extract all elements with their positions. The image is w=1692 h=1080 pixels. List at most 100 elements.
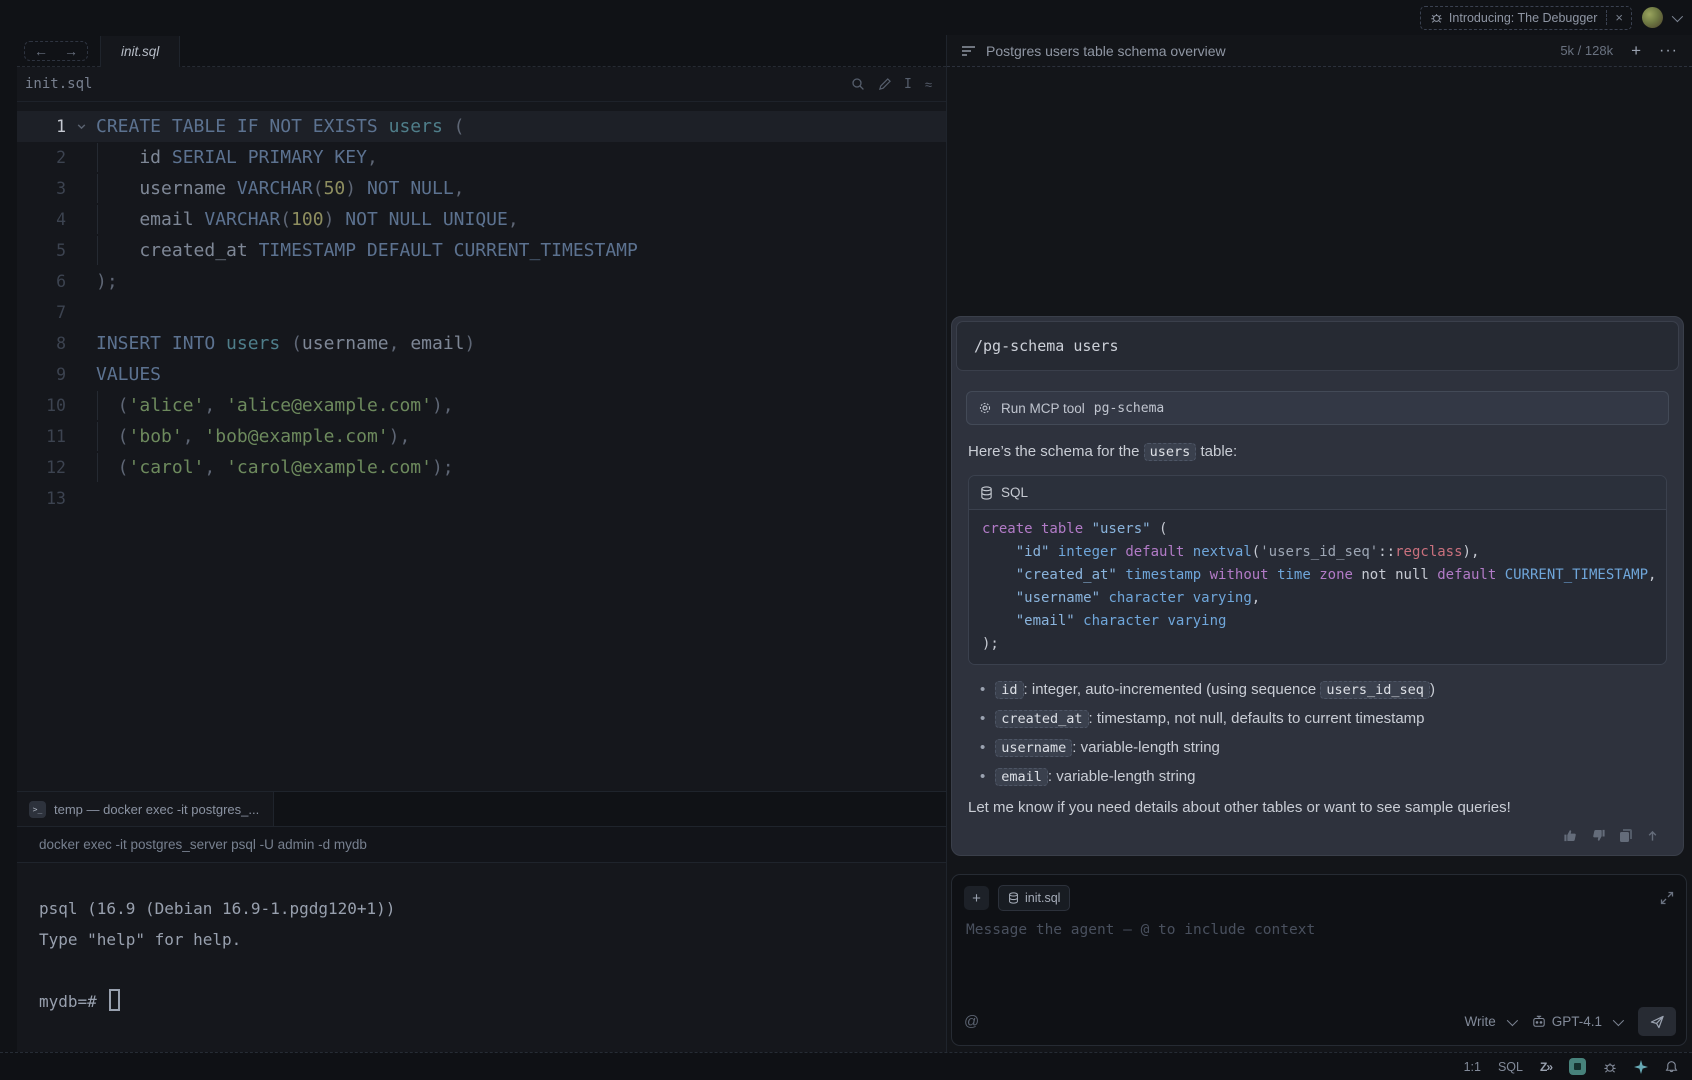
terminal-tab[interactable]: >_ temp — docker exec -it postgres_... <box>17 792 274 826</box>
sql-code-block-header[interactable]: SQL <box>969 476 1666 510</box>
fold-chevron-icon[interactable] <box>66 121 96 132</box>
chevron-down-icon <box>1506 1014 1517 1025</box>
bell-icon[interactable] <box>1665 1060 1678 1074</box>
sql-code-line: "created_at" timestamp without time zone… <box>982 564 1666 587</box>
panel-menu-button[interactable]: ··· <box>1659 42 1678 60</box>
model-icon <box>1532 1015 1546 1028</box>
left-dock-strip <box>0 35 18 1052</box>
bug-icon <box>1430 11 1443 24</box>
inline-assist-icon[interactable] <box>878 78 891 91</box>
editor-line[interactable]: 5 created_at TIMESTAMP DEFAULT CURRENT_T… <box>17 235 946 266</box>
sql-code-line: ); <box>982 633 1666 656</box>
thumbs-down-icon[interactable] <box>1591 828 1606 843</box>
tab-label: init.sql <box>121 44 159 59</box>
editor-line[interactable]: 9VALUES <box>17 359 946 390</box>
message-feedback-bar <box>952 828 1659 843</box>
editor-line[interactable]: 4 email VARCHAR(100) NOT NULL UNIQUE, <box>17 204 946 235</box>
chevron-down-icon <box>1672 10 1683 21</box>
thread-title[interactable]: Postgres users table schema overview <box>986 43 1226 59</box>
search-icon[interactable] <box>851 77 865 91</box>
terminal-toolbar: docker exec -it postgres_server psql -U … <box>17 827 946 863</box>
editor-line[interactable]: 8INSERT INTO users (username, email) <box>17 328 946 359</box>
cursor-icon[interactable]: I <box>904 77 912 92</box>
terminal-icon: >_ <box>29 801 46 818</box>
assistant-message-card: /pg-schema users Run MCP tool pg-schema … <box>951 316 1684 856</box>
edit-prediction-icon[interactable]: Z» <box>1540 1060 1552 1074</box>
tab-init-sql[interactable]: init.sql <box>100 36 180 68</box>
close-icon[interactable]: × <box>1606 10 1631 25</box>
mention-icon[interactable]: @ <box>964 1013 979 1030</box>
thread-menu-icon[interactable] <box>961 45 976 57</box>
terminal-title: docker exec -it postgres_server psql -U … <box>39 837 367 852</box>
message-composer[interactable]: + init.sql @ Write GPT-4.1 <box>951 874 1687 1046</box>
editor-line[interactable]: 7 <box>17 297 946 328</box>
announcement-label: Introducing: The Debugger <box>1449 11 1597 25</box>
bullet-item: •created_at: timestamp, not null, defaul… <box>980 704 1667 733</box>
terminal-panel: >_ temp — docker exec -it postgres_... d… <box>17 791 946 1052</box>
user-message-text: /pg-schema users <box>974 337 1119 355</box>
editor-line[interactable]: 13 <box>17 483 946 514</box>
nav-back-button[interactable]: ← <box>34 43 48 59</box>
schema-bullets: •id: integer, auto-incremented (using se… <box>980 675 1667 791</box>
token-count: 5k / 128k <box>1560 43 1613 58</box>
nav-forward-button[interactable]: → <box>64 43 78 59</box>
terminal-line <box>39 955 946 986</box>
scroll-to-top-icon[interactable] <box>1646 829 1659 843</box>
terminal-line: mydb=# <box>39 986 946 1017</box>
terminal-cursor <box>109 989 120 1011</box>
sql-code[interactable]: create table "users" ( "id" integer defa… <box>969 510 1666 664</box>
editor-tab-bar: ← → init.sql <box>17 35 946 67</box>
debugger-icon[interactable] <box>1603 1060 1617 1074</box>
debugger-announcement-pill[interactable]: Introducing: The Debugger × <box>1420 6 1632 30</box>
cursor-position[interactable]: 1:1 <box>1464 1060 1481 1074</box>
code-block-language: SQL <box>1001 485 1028 500</box>
code-actions-icon[interactable]: ≈ <box>925 77 932 92</box>
sql-code-line: create table "users" ( <box>982 518 1666 541</box>
code-editor[interactable]: 1CREATE TABLE IF NOT EXISTS users (2 id … <box>17 102 946 826</box>
editor-lines: 1CREATE TABLE IF NOT EXISTS users (2 id … <box>17 111 946 514</box>
message-input[interactable] <box>964 921 1648 939</box>
editor-line[interactable]: 1CREATE TABLE IF NOT EXISTS users ( <box>17 111 946 142</box>
context-chip-init-sql[interactable]: init.sql <box>998 885 1070 911</box>
editor-line[interactable]: 2 id SERIAL PRIMARY KEY, <box>17 142 946 173</box>
copy-icon[interactable] <box>1619 828 1633 843</box>
tool-name: pg-schema <box>1094 401 1164 416</box>
editor-line[interactable]: 12 ('carol', 'carol@example.com'); <box>17 452 946 483</box>
tool-call[interactable]: Run MCP tool pg-schema <box>966 391 1669 425</box>
editor-pane: ← → init.sql init.sql I ≈ 1CREATE TABLE … <box>17 35 947 1052</box>
send-button[interactable] <box>1638 1007 1676 1036</box>
expand-composer-icon[interactable] <box>1660 891 1674 905</box>
editor-line[interactable]: 10 ('alice', 'alice@example.com'), <box>17 390 946 421</box>
thread-scroll-area[interactable]: /pg-schema users Run MCP tool pg-schema … <box>947 67 1692 862</box>
editor-line[interactable]: 3 username VARCHAR(50) NOT NULL, <box>17 173 946 204</box>
sql-code-line: "email" character varying <box>982 610 1666 633</box>
terminal-output[interactable]: psql (16.9 (Debian 16.9-1.pgdg120+1))Typ… <box>17 863 946 1017</box>
terminal-tab-label: temp — docker exec -it postgres_... <box>54 802 259 817</box>
new-thread-button[interactable]: + <box>1631 41 1641 61</box>
language-selector[interactable]: SQL <box>1498 1060 1523 1074</box>
terminal-tab-bar: >_ temp — docker exec -it postgres_... <box>17 792 946 827</box>
prose-outro: Let me know if you need details about ot… <box>968 797 1667 818</box>
sql-code-line: "id" integer default nextval('users_id_s… <box>982 541 1666 564</box>
user-menu[interactable] <box>1642 7 1680 28</box>
terminal-line: Type "help" for help. <box>39 924 946 955</box>
assistant-panel-toggle-icon[interactable] <box>1569 1058 1586 1075</box>
model-selector[interactable]: GPT-4.1 <box>1532 1014 1621 1029</box>
editor-line[interactable]: 11 ('bob', 'bob@example.com'), <box>17 421 946 452</box>
user-message[interactable]: /pg-schema users <box>956 321 1679 371</box>
history-nav: ← → <box>24 41 88 61</box>
breadcrumb[interactable]: init.sql <box>25 76 92 92</box>
thumbs-up-icon[interactable] <box>1563 828 1578 843</box>
bullet-item: •email: variable-length string <box>980 762 1667 791</box>
context-chip-label: init.sql <box>1025 891 1060 905</box>
sql-code-line: "username" character varying, <box>982 587 1666 610</box>
agent-panel: Postgres users table schema overview 5k … <box>947 35 1692 1052</box>
bullet-item: •username: variable-length string <box>980 733 1667 762</box>
status-bar: 1:1 SQL Z» <box>0 1052 1692 1080</box>
copilot-sparkle-icon[interactable] <box>1634 1060 1648 1074</box>
add-context-button[interactable]: + <box>964 886 989 910</box>
editor-line[interactable]: 6); <box>17 266 946 297</box>
zed-window: Introducing: The Debugger × ← → init.sql… <box>0 0 1692 1080</box>
send-icon <box>1650 1015 1665 1029</box>
mode-selector[interactable]: Write <box>1464 1014 1514 1029</box>
